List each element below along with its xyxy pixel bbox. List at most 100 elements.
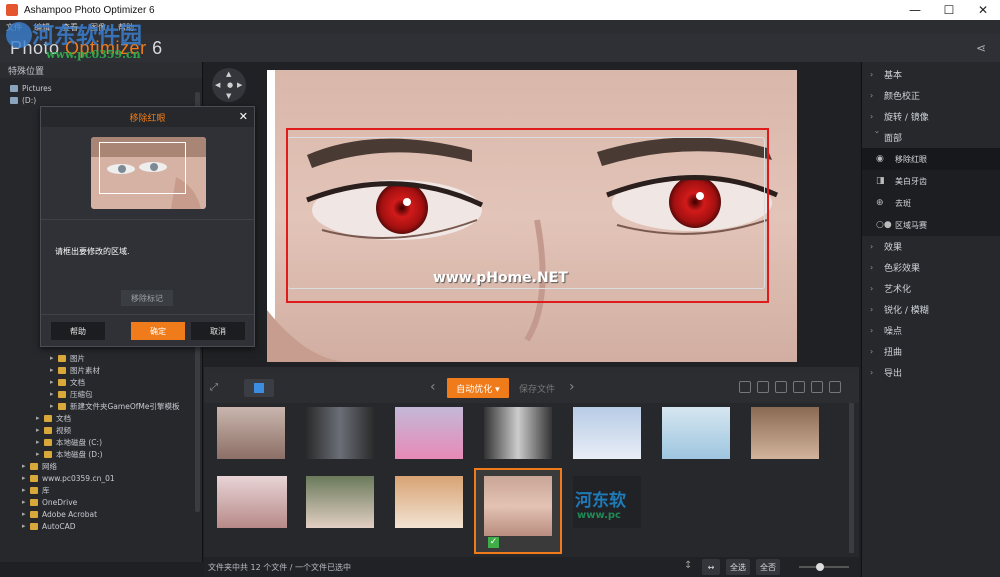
expand-arrow-icon[interactable]: ▸ <box>50 390 58 398</box>
select-none-button[interactable]: 全否 <box>756 559 780 575</box>
refresh-icon[interactable] <box>829 381 841 393</box>
folder-tree-item[interactable]: ▸ 新建文件夹GameOfMe引擎模板 <box>0 400 195 412</box>
select-icon[interactable] <box>739 381 751 393</box>
slider-handle[interactable] <box>816 563 824 571</box>
minimize-button[interactable]: — <box>898 0 932 20</box>
expand-arrow-icon[interactable]: ▸ <box>50 354 58 362</box>
thumbnail[interactable] <box>217 476 287 528</box>
thumbnail[interactable]: 河东软 www.pc <box>573 476 641 528</box>
auto-optimize-button[interactable]: 自动优化 ▾ <box>447 378 509 398</box>
redo-icon[interactable] <box>811 381 823 393</box>
quick-item-pictures[interactable]: Pictures <box>10 82 202 94</box>
thumbnail[interactable] <box>395 476 463 528</box>
preview-selection-box[interactable] <box>99 142 186 194</box>
folder-tree-item[interactable]: ▸ 本地磁盘 (D:) <box>0 448 195 460</box>
folder-tree-item[interactable]: ▸ 图片素材 <box>0 364 195 376</box>
section-sharpen-blur[interactable]: › 锐化 / 模糊 <box>862 299 1000 320</box>
menu-view[interactable]: 查看 <box>62 22 78 33</box>
folder-tree-item[interactable]: ▸ 视频 <box>0 424 195 436</box>
expand-icon[interactable]: ⤢ <box>210 382 218 393</box>
view-mode-button[interactable] <box>244 379 274 397</box>
folder-tree-item[interactable]: ▸ OneDrive <box>0 496 195 508</box>
expand-arrow-icon[interactable]: ▸ <box>36 438 44 446</box>
fit-width-button[interactable]: ↔ <box>702 559 720 575</box>
thumbnail[interactable] <box>484 407 552 459</box>
section-artistic[interactable]: › 艺术化 <box>862 278 1000 299</box>
tool-area-mosaic[interactable]: ○● 区域马赛 <box>862 214 1000 236</box>
thumbnail[interactable] <box>662 407 730 459</box>
thumbnail-selected[interactable]: ✓ <box>474 468 562 554</box>
prev-button[interactable]: ‹ <box>430 379 436 395</box>
thumbnail-size-slider[interactable] <box>799 563 849 571</box>
expand-arrow-icon[interactable]: ▸ <box>22 486 30 494</box>
close-button[interactable]: ✕ <box>966 0 1000 20</box>
expand-arrow-icon[interactable]: ▸ <box>36 450 44 458</box>
quick-item-drive[interactable]: (D:) <box>10 94 202 106</box>
remove-mark-button[interactable]: 移除标记 <box>121 290 173 306</box>
expand-arrow-icon[interactable]: ▸ <box>22 498 30 506</box>
thumbnail[interactable] <box>217 407 285 459</box>
next-button[interactable]: › <box>569 379 575 395</box>
expand-arrow-icon[interactable]: ▸ <box>50 366 58 374</box>
folder-tree-item[interactable]: ▸ Adobe Acrobat <box>0 508 195 520</box>
dialog-help-button[interactable]: 帮助 <box>51 322 105 340</box>
section-color-effects[interactable]: › 色彩效果 <box>862 257 1000 278</box>
dots-icon: ○● <box>876 220 892 230</box>
section-face[interactable]: › 面部 <box>862 127 1000 148</box>
section-noise[interactable]: › 噪点 <box>862 320 1000 341</box>
rotate-right-icon[interactable] <box>793 381 805 393</box>
save-file-button[interactable]: 保存文件 <box>512 378 562 398</box>
dialog-cancel-button[interactable]: 取消 <box>191 322 245 340</box>
dialog-preview[interactable] <box>91 137 206 209</box>
section-rotate-mirror[interactable]: › 旋转 / 镜像 <box>862 106 1000 127</box>
menu-edit[interactable]: 编辑 <box>34 22 50 33</box>
folder-tree-item[interactable]: ▸ 网络 <box>0 460 195 472</box>
thumbnail[interactable] <box>306 476 374 528</box>
dialog-ok-button[interactable]: 确定 <box>131 322 185 340</box>
expand-arrow-icon[interactable]: ▸ <box>36 426 44 434</box>
expand-arrow-icon[interactable]: ▸ <box>22 474 30 482</box>
section-effects[interactable]: › 效果 <box>862 236 1000 257</box>
menu-help[interactable]: 帮助 <box>118 22 134 33</box>
tool-remove-spots[interactable]: ⊕ 去斑 <box>862 192 1000 214</box>
folder-tree-item[interactable]: ▸ 文档 <box>0 412 195 424</box>
folder-tree-item[interactable]: ▸ 本地磁盘 (C:) <box>0 436 195 448</box>
menu-file[interactable]: 文件 <box>6 22 22 33</box>
section-export[interactable]: › 导出 <box>862 362 1000 383</box>
folder-icon <box>30 522 38 530</box>
thumbnail-scrollbar[interactable] <box>849 403 854 553</box>
dialog-close-icon[interactable]: ✕ <box>239 110 248 123</box>
tool-whiten-teeth[interactable]: ◨ 美白牙齿 <box>862 170 1000 192</box>
folder-tree-item[interactable]: ▸ 图片 <box>0 352 195 364</box>
folder-tree-item[interactable]: ▸ 库 <box>0 484 195 496</box>
sort-icon[interactable]: ↕ <box>684 560 692 571</box>
folder-tree-item[interactable]: ▸ 压缩包 <box>0 388 195 400</box>
photo-watermark: www.pHome.NET <box>433 270 568 286</box>
expand-arrow-icon[interactable]: ▸ <box>50 378 58 386</box>
tool-remove-redeye[interactable]: ◉ 移除红眼 <box>862 148 1000 170</box>
folder-tree-item[interactable]: ▸ 文档 <box>0 376 195 388</box>
expand-arrow-icon[interactable]: ▸ <box>22 462 30 470</box>
menu-image[interactable]: 图像 <box>90 22 106 33</box>
section-color-correction[interactable]: › 颜色校正 <box>862 85 1000 106</box>
thumbnail[interactable] <box>751 407 819 459</box>
folder-label: OneDrive <box>42 497 78 507</box>
select-all-button[interactable]: 全选 <box>726 559 750 575</box>
expand-arrow-icon[interactable]: ▸ <box>22 510 30 518</box>
thumbnail[interactable] <box>573 407 641 459</box>
section-basic[interactable]: › 基本 <box>862 64 1000 85</box>
folder-tree-item[interactable]: ▸ AutoCAD <box>0 520 195 532</box>
thumbnail[interactable] <box>395 407 463 459</box>
expand-arrow-icon[interactable]: ▸ <box>36 414 44 422</box>
rotate-left-icon[interactable] <box>775 381 787 393</box>
pan-control[interactable]: ▲ ▼ ◀ ▶ ● <box>212 68 246 102</box>
share-icon[interactable]: ⋖ <box>976 41 990 55</box>
folder-icon <box>44 414 52 422</box>
expand-arrow-icon[interactable]: ▸ <box>22 522 30 530</box>
thumbnail[interactable] <box>306 407 374 459</box>
folder-tree-item[interactable]: ▸ www.pc0359.cn_01 <box>0 472 195 484</box>
expand-arrow-icon[interactable]: ▸ <box>50 402 58 410</box>
section-distort[interactable]: › 扭曲 <box>862 341 1000 362</box>
maximize-button[interactable]: ☐ <box>932 0 966 20</box>
crop-icon[interactable] <box>757 381 769 393</box>
